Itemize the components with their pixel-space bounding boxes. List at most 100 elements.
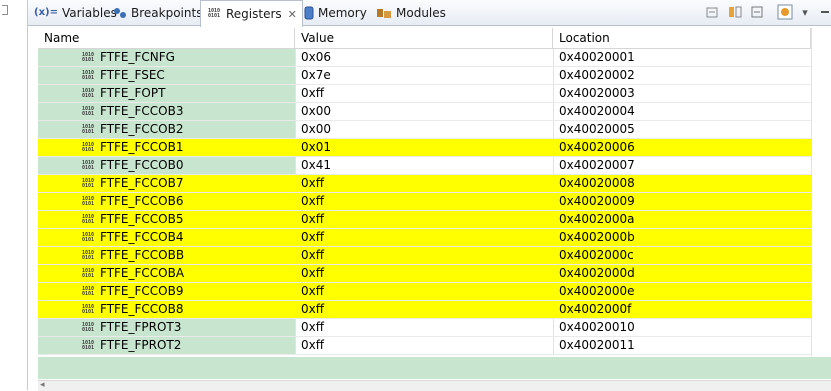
register-name: FTFE_FPROT2 [100,338,182,352]
table-row[interactable]: 1010 0101 FTFE_FCCOB2 0x00 0x40020005 [38,121,831,139]
tab-variables[interactable]: (x)= Variables [34,0,117,25]
table-row[interactable]: 1010 0101 FTFE_FCCOB1 0x01 0x40020006 [38,139,831,157]
register-value[interactable]: 0x41 [295,157,553,174]
table-row[interactable]: 1010 0101 FTFE_FCCOBB 0xff 0x4002000c [38,247,831,265]
register-name: FTFE_FOPT [100,86,166,100]
adjacent-view-strip [0,0,28,390]
register-location: 0x40020009 [553,193,811,210]
table-row[interactable]: 1010 0101 FTFE_FCCOB8 0xff 0x4002000f [38,301,831,319]
register-name-cell: 1010 0101 FTFE_FCNFG [38,49,295,66]
register-name: FTFE_FCCOBA [100,266,185,280]
register-icon: 1010 0101 [81,321,95,333]
register-name-cell: 1010 0101 FTFE_FCCOB4 [38,229,295,246]
register-value[interactable]: 0x00 [295,121,553,138]
register-location: 0x40020007 [553,157,811,174]
table-row[interactable]: 1010 0101 FTFE_FCCOB7 0xff 0x40020008 [38,175,831,193]
register-name: FTFE_FCCOB2 [100,122,184,136]
register-value[interactable]: 0x06 [295,49,553,66]
register-value[interactable]: 0xff [295,283,553,300]
settings-icon[interactable] [777,4,793,20]
register-icon: 1010 0101 [81,141,95,153]
table-row[interactable]: 1010 0101 FTFE_FCCOB0 0x41 0x40020007 [38,157,831,175]
register-value[interactable]: 0xff [295,193,553,210]
table-row[interactable]: 1010 0101 FTFE_FOPT 0xff 0x40020003 [38,85,831,103]
register-name: FTFE_FSEC [100,68,165,82]
register-icon: 1010 0101 [81,195,95,207]
register-name-cell: 1010 0101 FTFE_FCCOBB [38,247,295,264]
tab-registers[interactable]: 1010 0101 Registers ✕ [200,0,303,27]
table-row[interactable]: 1010 0101 FTFE_FCCOB9 0xff 0x4002000e [38,283,831,301]
register-name: FTFE_FCCOB4 [100,230,184,244]
tab-breakpoints-label: Breakpoints [131,5,203,20]
register-location: 0x4002000e [553,283,811,300]
register-name: FTFE_FCCOB1 [100,140,184,154]
tab-memory[interactable]: Memory [304,0,367,25]
register-name-cell: 1010 0101 FTFE_FPROT2 [38,337,295,354]
table-row[interactable]: 1010 0101 FTFE_FCCOB6 0xff 0x40020009 [38,193,831,211]
column-header-location[interactable]: Location [553,28,811,48]
register-name-cell: 1010 0101 FTFE_FCCOBA [38,265,295,282]
table-row[interactable]: 1010 0101 FTFE_FCNFG 0x06 0x40020001 [38,49,831,67]
vertical-scrollbar[interactable] [811,28,831,357]
scroll-left-icon[interactable]: ◂ [40,380,45,390]
column-header-name[interactable]: Name [38,28,295,48]
register-name-cell: 1010 0101 FTFE_FCCOB7 [38,175,295,192]
register-location: 0x4002000f [553,301,811,318]
view-edge-marker [2,5,8,15]
view-menu-chevron-down-icon[interactable]: ▾ [797,4,813,20]
table-row[interactable]: 1010 0101 FTFE_FCCOB4 0xff 0x4002000b [38,229,831,247]
tab-modules[interactable]: Modules [376,0,446,25]
register-icon: 1010 0101 [81,267,95,279]
register-location: 0x40020010 [553,319,811,336]
column-header-value[interactable]: Value [295,28,553,48]
register-value[interactable]: 0xff [295,229,553,246]
tab-breakpoints[interactable]: Breakpoints [113,0,202,25]
register-value[interactable]: 0xff [295,211,553,228]
table-row[interactable]: 1010 0101 FTFE_FPROT3 0xff 0x40020010 [38,319,831,337]
table-row[interactable]: 1010 0101 FTFE_FCCOB3 0x00 0x40020004 [38,103,831,121]
register-location: 0x40020001 [553,49,811,66]
register-location: 0x40020003 [553,85,811,102]
register-value[interactable]: 0xff [295,319,553,336]
register-name: FTFE_FPROT3 [100,320,182,334]
register-value[interactable]: 0x7e [295,67,553,84]
register-value[interactable]: 0xff [295,301,553,318]
register-value[interactable]: 0xff [295,337,553,354]
register-name-cell: 1010 0101 FTFE_FOPT [38,85,295,102]
register-icon: 1010 0101 [81,231,95,243]
register-name-cell: 1010 0101 FTFE_FSEC [38,67,295,84]
table-row[interactable]: 1010 0101 FTFE_FSEC 0x7e 0x40020002 [38,67,831,85]
table-row[interactable]: 1010 0101 FTFE_FPROT2 0xff 0x40020011 [38,337,831,355]
variables-icon: (x)= [34,7,58,18]
register-icon: 1010 0101 [81,159,95,171]
table-row[interactable]: 1010 0101 FTFE_FCCOBA 0xff 0x4002000d [38,265,831,283]
register-name-cell: 1010 0101 FTFE_FCCOB6 [38,193,295,210]
close-icon[interactable]: ✕ [288,8,297,21]
register-value[interactable]: 0xff [295,175,553,192]
horizontal-scrollbar[interactable]: ◂ [38,380,831,391]
register-name: FTFE_FCCOB3 [100,104,184,118]
register-value[interactable]: 0xff [295,247,553,264]
minimize-icon[interactable] [749,4,765,20]
table-row[interactable]: 1010 0101 FTFE_FCCOB5 0xff 0x4002000a [38,211,831,229]
register-value[interactable]: 0x01 [295,139,553,156]
tab-memory-label: Memory [318,5,367,20]
minimize-view-icon[interactable] [817,4,831,20]
register-icon: 1010 0101 [81,51,95,63]
register-icon: 1010 0101 [81,177,95,189]
table-bottom-band [38,357,831,379]
register-location: 0x4002000a [553,211,811,228]
layout-icon[interactable] [727,4,743,20]
register-name-cell: 1010 0101 FTFE_FCCOB1 [38,139,295,156]
register-value[interactable]: 0xff [295,265,553,282]
register-name-cell: 1010 0101 FTFE_FPROT3 [38,319,295,336]
register-icon: 1010 0101 [81,69,95,81]
breakpoints-icon [113,7,127,19]
modules-icon [376,7,392,19]
collapse-all-icon[interactable] [704,4,720,20]
register-name-cell: 1010 0101 FTFE_FCCOB3 [38,103,295,120]
register-icon: 1010 0101 [81,105,95,117]
register-name: FTFE_FCCOB6 [100,194,184,208]
register-value[interactable]: 0x00 [295,103,553,120]
register-value[interactable]: 0xff [295,85,553,102]
